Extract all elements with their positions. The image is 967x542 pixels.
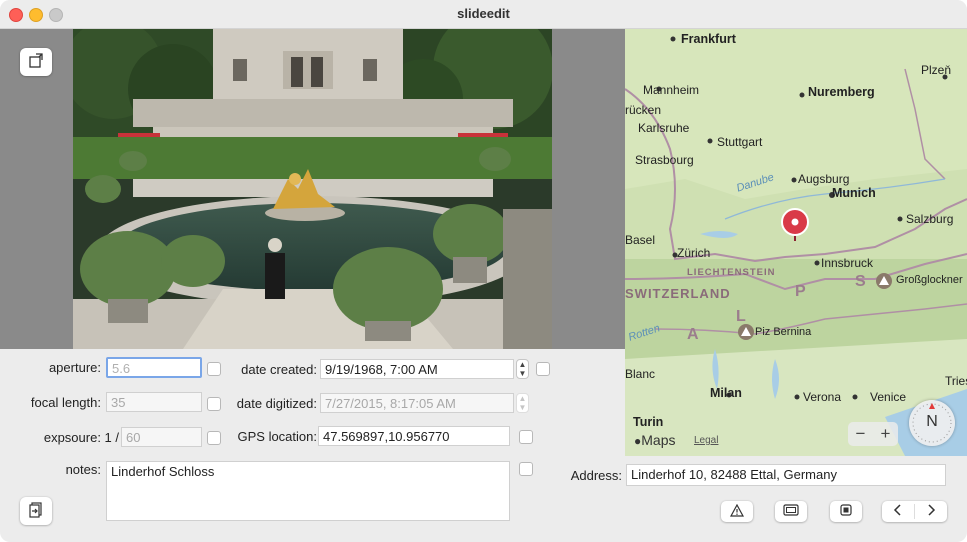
map-label-alps-s: S [855, 273, 866, 290]
map-label-nuremberg: Nuremberg [808, 85, 875, 99]
map-label-zurich: Zürich [677, 246, 711, 260]
date-created-input[interactable]: 9/19/1968, 7:00 AM [320, 359, 514, 379]
focal-length-checkbox[interactable] [207, 397, 221, 411]
map-label-basel: Basel [625, 233, 656, 247]
stepper-up-icon: ▲ [518, 393, 527, 403]
window-title: slideedit [457, 6, 510, 21]
address-value: Linderhof 10, 82488 Ettal, Germany [631, 467, 837, 482]
gps-location-input[interactable]: 47.569897,10.956770 [318, 426, 510, 446]
notes-label: notes: [65, 462, 101, 477]
exposure-placeholder: 60 [126, 430, 141, 445]
notes-checkbox[interactable] [519, 462, 533, 476]
notes-value: Linderhof Schloss [111, 464, 215, 479]
map-label-grossglockner: Großglockner [896, 274, 963, 286]
next-button[interactable] [915, 504, 947, 519]
aperture-checkbox[interactable] [207, 362, 221, 376]
map-label-karlsruhe: Karlsruhe [638, 121, 690, 135]
date-created-value: 9/19/1968, 7:00 AM [325, 362, 438, 377]
exposure-input[interactable]: 60 [121, 427, 202, 447]
zoom-in-button[interactable]: + [881, 424, 891, 444]
rotate-button[interactable] [20, 48, 52, 76]
warning-icon [729, 503, 745, 520]
export-icon [27, 501, 45, 522]
map-label-alps-a: A [687, 326, 699, 343]
maps-brand-label: Maps [641, 432, 676, 448]
slide-button[interactable] [830, 501, 862, 522]
map-label-frankfurt: Frankfurt [681, 32, 736, 46]
map-label-strasbourg: Strasbourg [635, 153, 694, 167]
address-input[interactable]: Linderhof 10, 82488 Ettal, Germany [626, 464, 946, 486]
date-created-checkbox[interactable] [536, 362, 550, 376]
stepper-down-icon: ▼ [518, 368, 527, 378]
date-digitized-input[interactable]: 7/27/2015, 8:17:05 AM [320, 393, 514, 413]
previous-button[interactable] [882, 504, 915, 519]
map-label-rucken: rücken [625, 103, 662, 117]
notes-textarea[interactable]: Linderhof Schloss [106, 461, 510, 521]
date-digitized-label: date digitized: [236, 396, 317, 411]
map-label-mannheim: Mannheim [643, 83, 700, 97]
date-digitized-value: 7/27/2015, 8:17:05 AM [325, 396, 456, 411]
map-label-piz-bernina: Piz Bernina [755, 326, 812, 338]
map-label-munich: Munich [832, 186, 876, 200]
slide-icon [840, 504, 852, 519]
frame-icon [783, 504, 799, 519]
chevron-left-icon [893, 504, 901, 516]
map-label-switzerland: SWITZERLAND [625, 286, 731, 301]
stepper-up-icon: ▲ [518, 359, 527, 369]
map-label-stuttgart: Stuttgart [717, 135, 763, 149]
photo-area [0, 29, 625, 349]
map-label-milan: Milan [710, 386, 742, 400]
address-label: Address: [570, 468, 622, 483]
map-label-augsburg: Augsburg [798, 172, 850, 186]
map-compass[interactable]: N [909, 400, 955, 446]
focal-length-input[interactable]: 35 [106, 392, 202, 412]
title-bar: slideedit [0, 0, 967, 29]
rotate-icon [27, 52, 45, 73]
app-window: slideedit Frankfurt Plzeň Mannheim Nurem… [0, 0, 967, 542]
map-label-turin: Turin [633, 415, 664, 429]
exposure-label: expsoure: 1 / [43, 430, 119, 445]
map-legal-link[interactable]: Legal [694, 435, 718, 446]
frame-button[interactable] [775, 501, 807, 522]
maps-brand: ●Maps [634, 432, 675, 448]
map-label-venice: Venice [870, 390, 907, 404]
stepper-down-icon: ▼ [518, 402, 527, 412]
map-label-plzen: Plzeň [921, 63, 952, 77]
map-label-innsbruck: Innsbruck [821, 256, 874, 270]
warning-button[interactable] [721, 501, 753, 522]
focal-length-label: focal length: [30, 395, 101, 410]
map-label-alps-p: P [795, 283, 806, 300]
exposure-checkbox[interactable] [207, 431, 221, 445]
date-created-stepper[interactable]: ▲ ▼ [516, 359, 529, 379]
navigation-segmented-control [882, 501, 947, 522]
zoom-out-button[interactable]: − [856, 424, 866, 444]
chevron-right-icon [928, 504, 936, 516]
aperture-label: aperture: [48, 360, 101, 375]
map-label-liechtenstein: LIECHTENSTEIN [687, 267, 776, 278]
focal-length-placeholder: 35 [111, 395, 126, 410]
slide-photo [73, 29, 552, 349]
map-label-alps-l: L [736, 308, 746, 325]
gps-location-label: GPS location: [237, 429, 318, 444]
aperture-placeholder: 5.6 [112, 361, 131, 376]
gps-location-value: 47.569897,10.956770 [323, 429, 450, 444]
map-label-verona: Verona [803, 390, 842, 404]
date-created-label: date created: [241, 362, 317, 377]
gps-location-checkbox[interactable] [519, 430, 533, 444]
export-button[interactable] [20, 497, 52, 525]
map-label-salzburg: Salzburg [906, 212, 954, 226]
aperture-input[interactable]: 5.6 [106, 357, 202, 378]
date-digitized-stepper[interactable]: ▲ ▼ [516, 393, 529, 413]
map-view[interactable]: Frankfurt Plzeň Mannheim Nuremberg rücke… [625, 29, 967, 456]
compass-north-label: N [926, 413, 938, 430]
map-label-blanc: Blanc [625, 367, 656, 381]
map-label-triest: Triest [945, 374, 967, 388]
map-zoom-control: − + [848, 422, 898, 446]
